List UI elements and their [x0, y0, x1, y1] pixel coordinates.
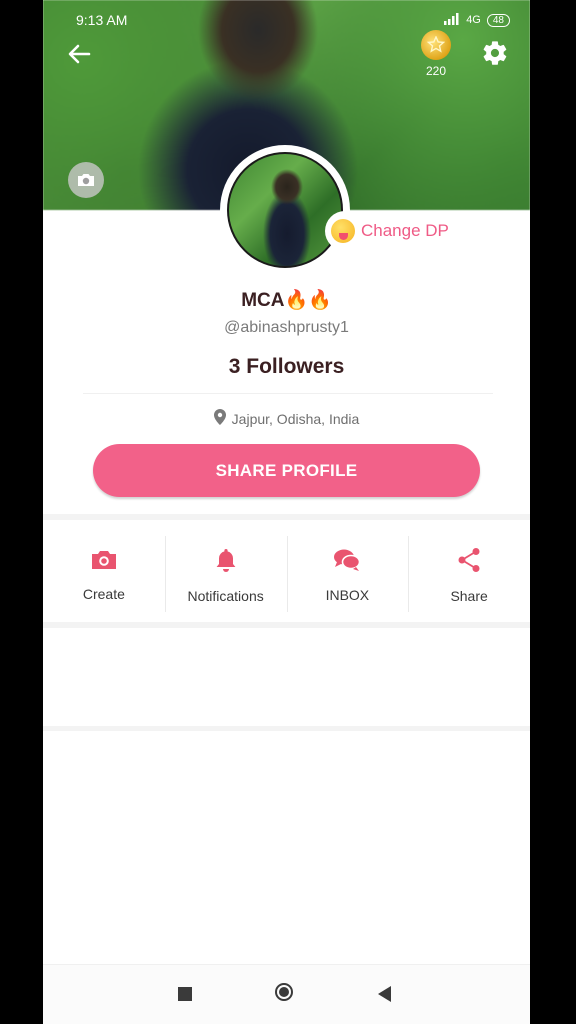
location-row: Jajpur, Odisha, India — [43, 409, 530, 428]
notifications-button[interactable]: Notifications — [164, 528, 287, 622]
section-divider — [43, 622, 530, 628]
section-divider — [43, 514, 530, 520]
share-label: Share — [450, 587, 488, 604]
section-divider — [43, 726, 530, 731]
change-dp-label: Change DP — [361, 221, 449, 240]
back-arrow-icon[interactable] — [65, 40, 93, 68]
chat-bubbles-icon — [333, 548, 361, 577]
home-button[interactable] — [275, 983, 293, 1001]
tongue-emoji-icon — [331, 219, 355, 243]
share-icon — [457, 547, 481, 578]
location-text: Jajpur, Odisha, India — [231, 410, 360, 427]
change-cover-camera-icon[interactable] — [68, 162, 104, 198]
system-nav-bar — [43, 964, 530, 1024]
signal-icon — [444, 12, 460, 28]
back-button[interactable] — [378, 986, 391, 1002]
coin-count: 220 — [425, 64, 447, 78]
followers-count[interactable]: 3 Followers — [43, 355, 530, 379]
change-dp-button[interactable]: Change DP — [325, 211, 459, 251]
inbox-button[interactable]: INBOX — [286, 528, 409, 622]
camera-icon — [90, 549, 118, 576]
profile-screen: 9:13 AM 4G 48 220 Change DP MCA🔥🔥 @abina… — [43, 0, 530, 1024]
bell-icon — [214, 547, 238, 578]
inbox-label: INBOX — [325, 586, 370, 603]
share-button[interactable]: Share — [408, 528, 530, 622]
battery-indicator: 48 — [486, 13, 510, 27]
recent-apps-button[interactable] — [178, 987, 192, 1001]
profile-name: MCA🔥🔥 — [241, 290, 332, 311]
status-time: 9:13 AM — [76, 12, 128, 28]
profile-handle: @abinashprusty1 — [224, 319, 349, 336]
coin-icon[interactable] — [421, 30, 451, 60]
divider — [83, 393, 493, 394]
create-label: Create — [82, 585, 125, 602]
create-button[interactable]: Create — [43, 528, 165, 622]
profile-picture[interactable] — [223, 148, 347, 272]
network-type: 4G — [466, 14, 481, 26]
share-profile-button[interactable]: SHARE PROFILE — [93, 444, 480, 497]
notifications-label: Notifications — [187, 587, 264, 604]
action-bar: Create Notifications INBOX Share — [43, 528, 530, 622]
status-bar: 9:13 AM 4G 48 — [76, 10, 510, 30]
location-pin-icon — [213, 409, 226, 428]
gear-icon[interactable] — [481, 39, 509, 67]
